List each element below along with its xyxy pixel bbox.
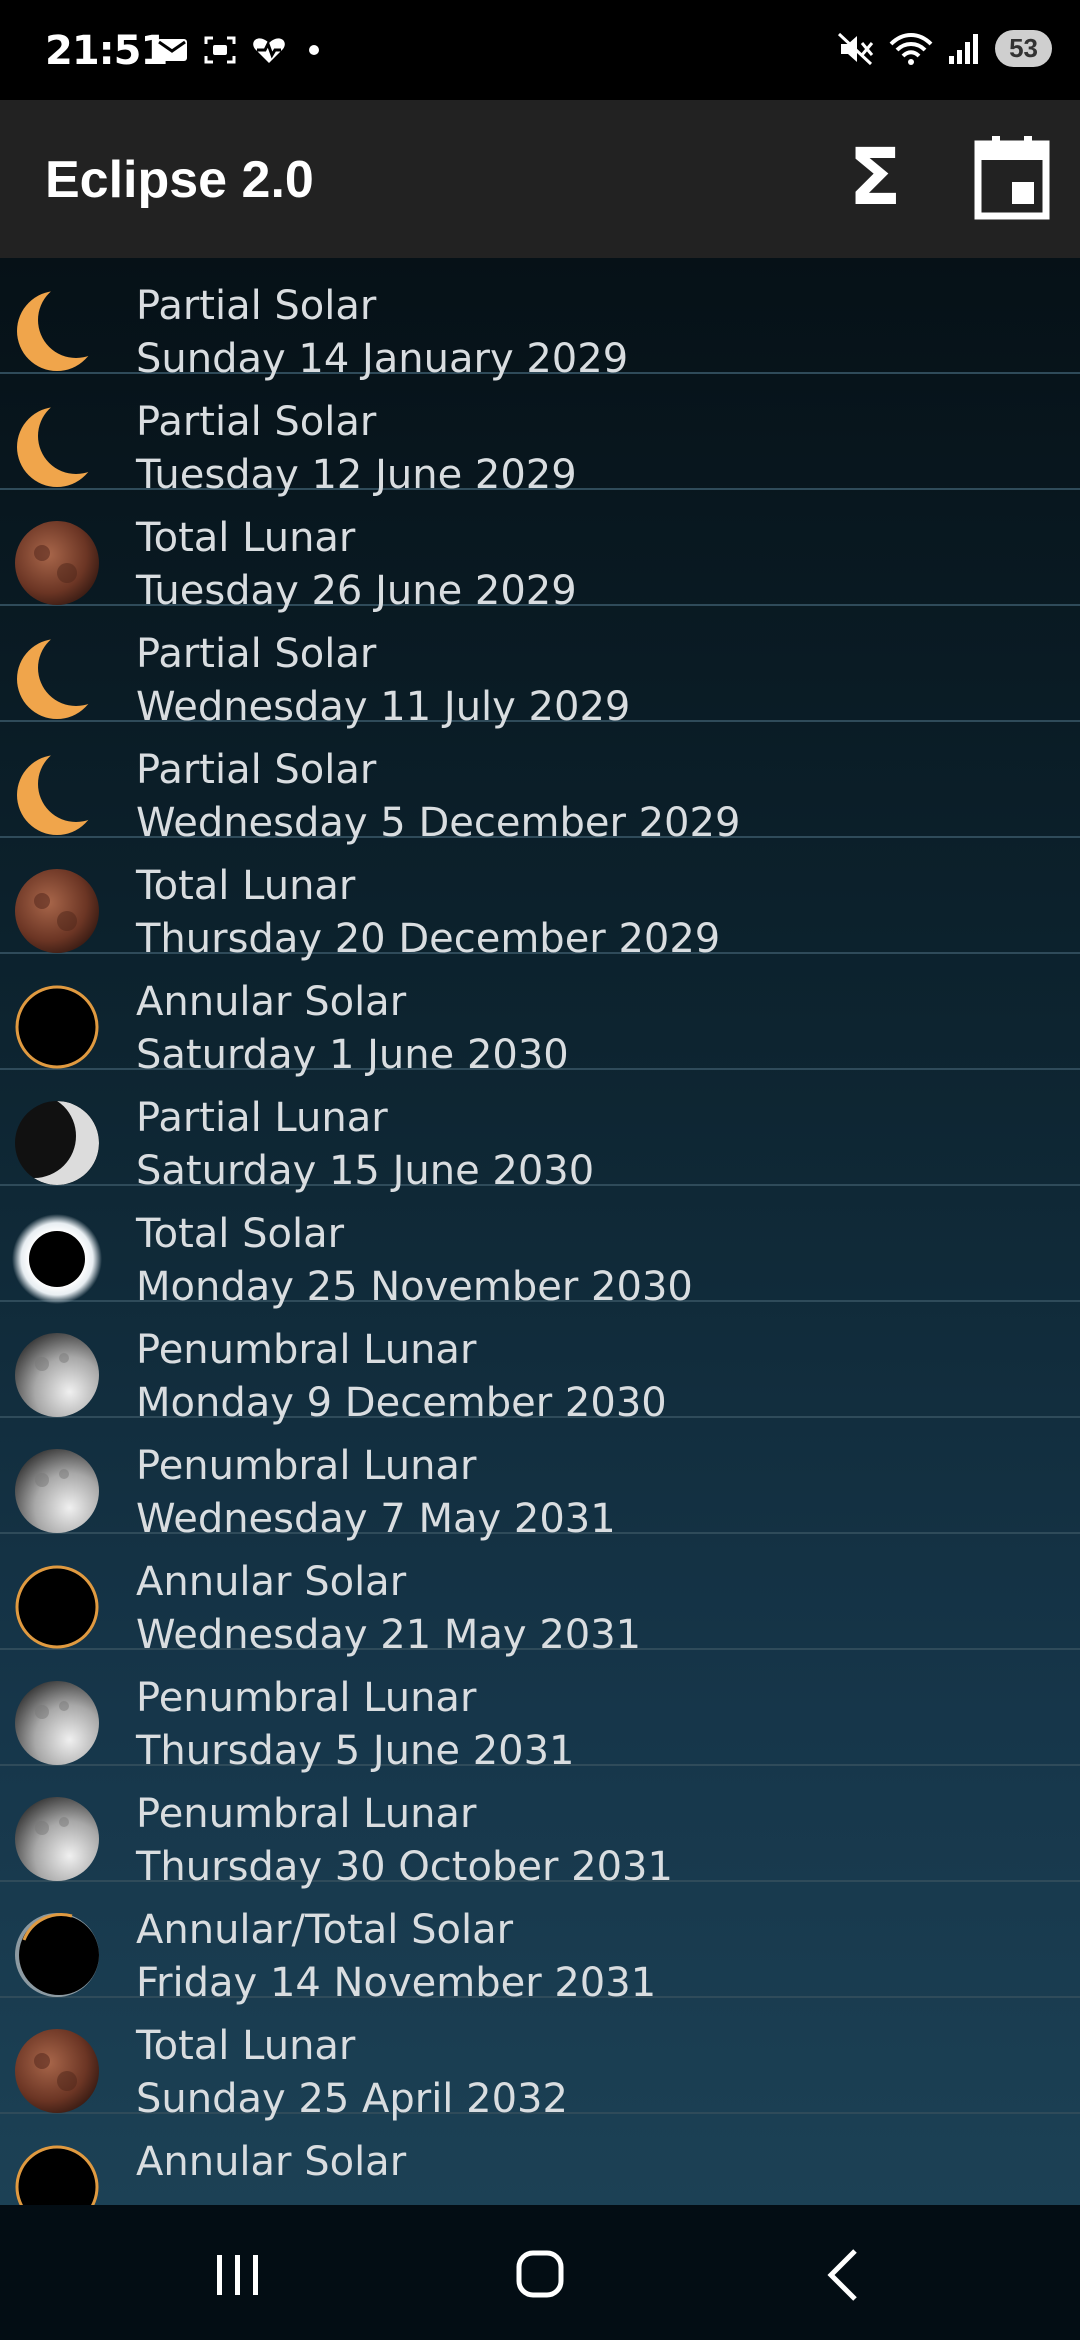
health-icon (253, 38, 285, 63)
eclipse-text: Partial Lunar Saturday 15 June 2030 (136, 1092, 594, 1198)
annular-solar-icon (12, 2142, 102, 2205)
partial-solar-icon (12, 402, 102, 492)
eclipse-type: Annular/Total Solar (136, 1907, 514, 1953)
eclipse-type: Annular Solar (136, 1559, 407, 1605)
status-time: 21:51 (45, 28, 168, 74)
eclipse-text: Annular/Total Solar Friday 14 November 20… (136, 1904, 656, 2010)
app-title: Eclipse 2.0 (45, 151, 314, 209)
eclipse-text: Partial Solar Sunday 14 January 2029 (136, 280, 628, 386)
more-notifications-dot (309, 45, 319, 55)
eclipse-list-item[interactable]: Total Lunar Tuesday 26 June 2029 (0, 490, 1080, 614)
eclipse-type: Penumbral Lunar (136, 1327, 477, 1373)
penumbral-lunar-icon (12, 1330, 102, 1420)
eclipse-type: Partial Solar (136, 399, 377, 445)
eclipse-list-item[interactable]: Penumbral Lunar Thursday 5 June 2031 (0, 1650, 1080, 1774)
eclipse-type: Partial Solar (136, 747, 377, 793)
notification-icons (155, 34, 319, 66)
mail-icon (157, 39, 187, 61)
eclipse-list-item[interactable]: Total Solar Monday 25 November 2030 (0, 1186, 1080, 1310)
hybrid-solar-icon (12, 1910, 102, 2000)
eclipse-type: Total Solar (136, 1211, 345, 1257)
eclipse-list-item[interactable]: Partial Solar Wednesday 11 July 2029 (0, 606, 1080, 730)
eclipse-list-item[interactable]: Total Lunar Sunday 25 April 2032 (0, 1998, 1080, 2122)
annular-solar-icon (12, 982, 102, 1072)
partial-solar-icon (12, 286, 102, 376)
eclipse-type: Total Lunar (136, 863, 356, 909)
eclipse-type: Annular Solar (136, 979, 407, 1025)
penumbral-lunar-icon (12, 1794, 102, 1884)
eclipse-text: Penumbral Lunar Wednesday 7 May 2031 (136, 1440, 616, 1546)
eclipse-type: Annular Solar (136, 2139, 407, 2185)
battery-indicator: 53 (995, 30, 1052, 67)
partial-solar-icon (12, 750, 102, 840)
eclipse-type: Partial Lunar (136, 1095, 388, 1141)
eclipse-type: Total Lunar (136, 2023, 356, 2069)
signal-icon (949, 33, 979, 64)
partial-lunar-icon (12, 1098, 102, 1188)
mute-icon (838, 32, 874, 65)
eclipse-list-item[interactable]: Penumbral Lunar Monday 9 December 2030 (0, 1302, 1080, 1426)
eclipse-text: Total Lunar Sunday 25 April 2032 (136, 2020, 568, 2126)
total-lunar-icon (12, 2026, 102, 2116)
eclipse-list-item[interactable]: Annular/Total Solar Friday 14 November 20… (0, 1882, 1080, 2006)
partial-solar-icon (12, 634, 102, 724)
home-icon[interactable] (495, 2245, 585, 2305)
system-icons: 53 (837, 30, 1052, 67)
eclipse-list-item[interactable]: Partial Lunar Saturday 15 June 2030 (0, 1070, 1080, 1194)
status-bar: 21:51 53 (0, 0, 1080, 100)
navigation-bar (0, 2205, 1080, 2340)
eclipse-text: Total Lunar Thursday 20 December 2029 (136, 860, 720, 966)
eclipse-text: Annular Solar (136, 2136, 406, 2189)
eclipse-list-item[interactable]: Partial Solar Sunday 14 January 2029 (0, 258, 1080, 382)
eclipse-text: Penumbral Lunar Thursday 30 October 2031 (136, 1788, 673, 1894)
eclipse-text: Total Lunar Tuesday 26 June 2029 (136, 512, 577, 618)
app-bar: Eclipse 2.0 Σ (0, 100, 1080, 258)
eclipse-type: Penumbral Lunar (136, 1443, 477, 1489)
summary-button[interactable]: Σ (835, 133, 915, 223)
sigma-icon: Σ (848, 133, 902, 223)
eclipse-text: Partial Solar Wednesday 11 July 2029 (136, 628, 630, 734)
eclipse-list-item[interactable]: Partial Solar Wednesday 5 December 2029 (0, 722, 1080, 846)
eclipse-list-item[interactable]: Annular Solar (0, 2114, 1080, 2205)
wifi-icon (889, 32, 933, 65)
eclipse-type: Total Lunar (136, 515, 356, 561)
eclipse-list-item[interactable]: Annular Solar Wednesday 21 May 2031 (0, 1534, 1080, 1658)
eclipse-type: Penumbral Lunar (136, 1675, 477, 1721)
back-icon[interactable] (797, 2245, 887, 2305)
recent-apps-icon[interactable] (193, 2245, 283, 2305)
calendar-icon[interactable] (972, 136, 1052, 220)
screenshot-icon (204, 36, 236, 64)
penumbral-lunar-icon (12, 1678, 102, 1768)
eclipse-list-item[interactable]: Partial Solar Tuesday 12 June 2029 (0, 374, 1080, 498)
penumbral-lunar-icon (12, 1446, 102, 1536)
total-lunar-icon (12, 518, 102, 608)
eclipse-list-item[interactable]: Penumbral Lunar Thursday 30 October 2031 (0, 1766, 1080, 1890)
eclipse-list-item[interactable]: Annular Solar Saturday 1 June 2030 (0, 954, 1080, 1078)
eclipse-text: Annular Solar Saturday 1 June 2030 (136, 976, 569, 1082)
total-lunar-icon (12, 866, 102, 956)
eclipse-type: Partial Solar (136, 283, 377, 329)
eclipse-text: Partial Solar Tuesday 12 June 2029 (136, 396, 577, 502)
eclipse-text: Penumbral Lunar Thursday 5 June 2031 (136, 1672, 575, 1778)
eclipse-type: Penumbral Lunar (136, 1791, 477, 1837)
eclipse-list-item[interactable]: Penumbral Lunar Wednesday 7 May 2031 (0, 1418, 1080, 1542)
eclipse-list[interactable]: Partial Solar Sunday 14 January 2029 Parti… (0, 258, 1080, 2205)
eclipse-text: Annular Solar Wednesday 21 May 2031 (136, 1556, 641, 1662)
eclipse-list-item[interactable]: Total Lunar Thursday 20 December 2029 (0, 838, 1080, 962)
eclipse-type: Partial Solar (136, 631, 377, 677)
annular-solar-icon (12, 1562, 102, 1652)
total-solar-icon (12, 1214, 102, 1304)
eclipse-text: Penumbral Lunar Monday 9 December 2030 (136, 1324, 667, 1430)
eclipse-text: Total Solar Monday 25 November 2030 (136, 1208, 693, 1314)
eclipse-text: Partial Solar Wednesday 5 December 2029 (136, 744, 740, 850)
